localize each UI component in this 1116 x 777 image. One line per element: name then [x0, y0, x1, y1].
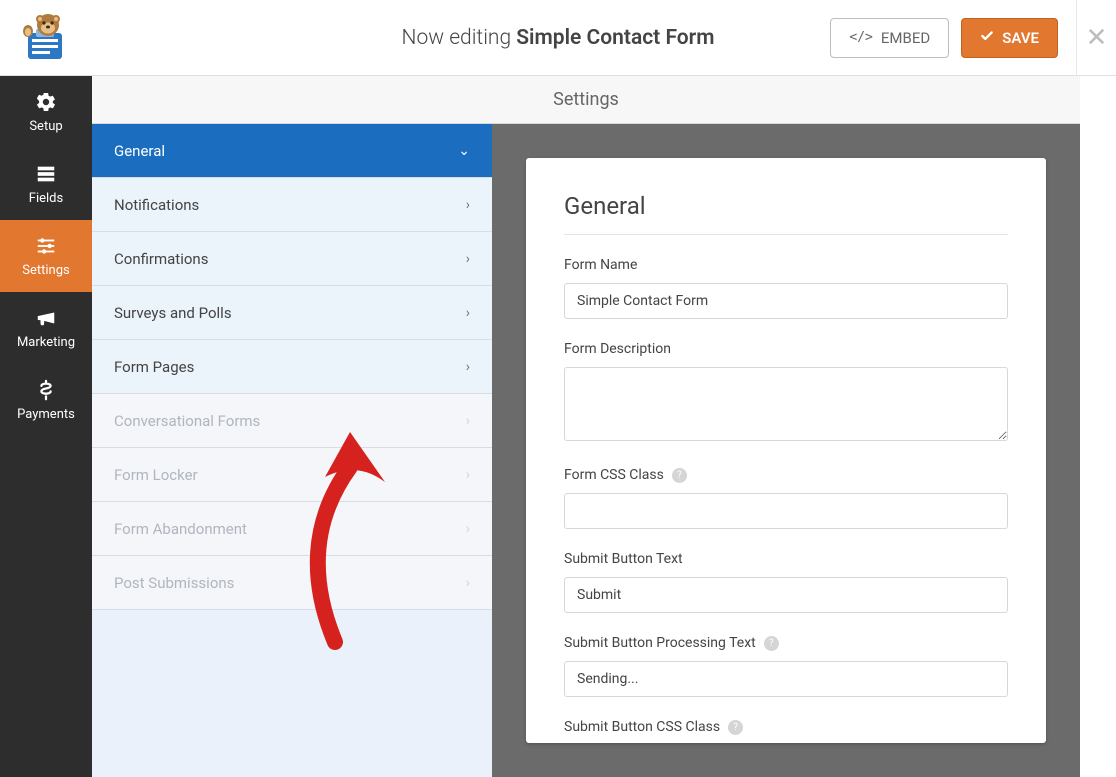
form-css-class-label: Form CSS Class — [564, 467, 664, 483]
right-gutter — [1080, 76, 1116, 777]
subnav-label: Form Locker — [114, 466, 198, 484]
help-icon[interactable]: ? — [764, 636, 779, 651]
nav-item-settings[interactable]: Settings — [0, 220, 92, 292]
general-settings-panel: General Form Name Form Description Form … — [526, 158, 1046, 743]
gear-icon — [35, 91, 57, 113]
panel-title: General — [564, 192, 1008, 220]
save-button[interactable]: SAVE — [961, 18, 1058, 58]
settings-stage: General Form Name Form Description Form … — [492, 124, 1080, 777]
subnav-label: Form Abandonment — [114, 520, 247, 538]
sliders-icon — [35, 235, 57, 257]
submit-css-label: Submit Button CSS Class — [564, 719, 720, 735]
subnav-label: Post Submissions — [114, 574, 234, 592]
field-submit-css: Submit Button CSS Class ? — [564, 719, 1008, 743]
embed-button[interactable]: </> EMBED — [830, 18, 949, 58]
field-form-description: Form Description — [564, 341, 1008, 445]
wpforms-logo — [14, 13, 74, 63]
field-form-name: Form Name — [564, 257, 1008, 319]
subnav-label: Surveys and Polls — [114, 304, 232, 322]
submit-processing-label: Submit Button Processing Text — [564, 635, 756, 651]
subnav-conversational[interactable]: Conversational Forms › — [92, 394, 492, 448]
field-submit-text: Submit Button Text — [564, 551, 1008, 613]
subnav-confirmations[interactable]: Confirmations › — [92, 232, 492, 286]
nav-label: Setup — [29, 119, 62, 134]
field-submit-processing: Submit Button Processing Text ? — [564, 635, 1008, 697]
chevron-right-icon: › — [466, 197, 470, 213]
settings-subnav: General ⌄ Notifications › Confirmations … — [92, 124, 492, 777]
subnav-label: Notifications — [114, 196, 199, 214]
subnav-form-pages[interactable]: Form Pages › — [92, 340, 492, 394]
submit-text-label: Submit Button Text — [564, 551, 1008, 567]
chevron-down-icon: ⌄ — [458, 143, 470, 159]
dollar-icon — [35, 379, 57, 401]
form-description-input[interactable] — [564, 367, 1008, 441]
check-icon — [980, 29, 994, 47]
chevron-right-icon: › — [466, 575, 470, 591]
subnav-label: Form Pages — [114, 358, 194, 376]
now-editing-prefix: Now editing — [402, 26, 512, 50]
close-builder-button[interactable]: ✕ — [1076, 0, 1116, 76]
now-editing-title: Now editing Simple Contact Form — [402, 26, 715, 50]
chevron-right-icon: › — [466, 521, 470, 537]
help-icon[interactable]: ? — [672, 468, 687, 483]
chevron-right-icon: › — [466, 413, 470, 429]
chevron-right-icon: › — [466, 359, 470, 375]
settings-header-label: Settings — [553, 89, 619, 110]
help-icon[interactable]: ? — [728, 720, 743, 735]
nav-item-fields[interactable]: Fields — [0, 148, 92, 220]
chevron-right-icon: › — [466, 467, 470, 483]
chevron-right-icon: › — [466, 305, 470, 321]
top-bar: Now editing Simple Contact Form </> EMBE… — [0, 0, 1116, 76]
close-icon: ✕ — [1086, 23, 1108, 53]
nav-label: Marketing — [17, 335, 75, 350]
settings-header: Settings — [92, 76, 1080, 124]
save-button-label: SAVE — [1002, 29, 1039, 47]
nav-label: Settings — [22, 263, 69, 278]
nav-label: Fields — [29, 191, 63, 206]
now-editing-form-name: Simple Contact Form — [516, 26, 714, 50]
field-form-css-class: Form CSS Class ? — [564, 467, 1008, 529]
subnav-form-locker[interactable]: Form Locker › — [92, 448, 492, 502]
subnav-notifications[interactable]: Notifications › — [92, 178, 492, 232]
form-name-label: Form Name — [564, 257, 1008, 273]
subnav-abandonment[interactable]: Form Abandonment › — [92, 502, 492, 556]
subnav-surveys[interactable]: Surveys and Polls › — [92, 286, 492, 340]
form-name-input[interactable] — [564, 283, 1008, 319]
submit-text-input[interactable] — [564, 577, 1008, 613]
main-nav: Setup Fields Settings Marketing Payments — [0, 76, 92, 777]
subnav-label: General — [114, 142, 165, 160]
subnav-label: Conversational Forms — [114, 412, 260, 430]
subnav-label: Confirmations — [114, 250, 208, 268]
list-icon — [35, 163, 57, 185]
panel-divider — [564, 234, 1008, 235]
embed-button-label: EMBED — [881, 29, 930, 47]
code-icon: </> — [849, 30, 872, 45]
nav-label: Payments — [17, 407, 75, 422]
nav-item-marketing[interactable]: Marketing — [0, 292, 92, 364]
top-buttons: </> EMBED SAVE — [830, 18, 1076, 58]
nav-item-setup[interactable]: Setup — [0, 76, 92, 148]
form-description-label: Form Description — [564, 341, 1008, 357]
form-css-class-input[interactable] — [564, 493, 1008, 529]
chevron-right-icon: › — [466, 251, 470, 267]
submit-processing-input[interactable] — [564, 661, 1008, 697]
subnav-post-submissions[interactable]: Post Submissions › — [92, 556, 492, 610]
subnav-general[interactable]: General ⌄ — [92, 124, 492, 178]
bullhorn-icon — [35, 307, 57, 329]
nav-item-payments[interactable]: Payments — [0, 364, 92, 436]
